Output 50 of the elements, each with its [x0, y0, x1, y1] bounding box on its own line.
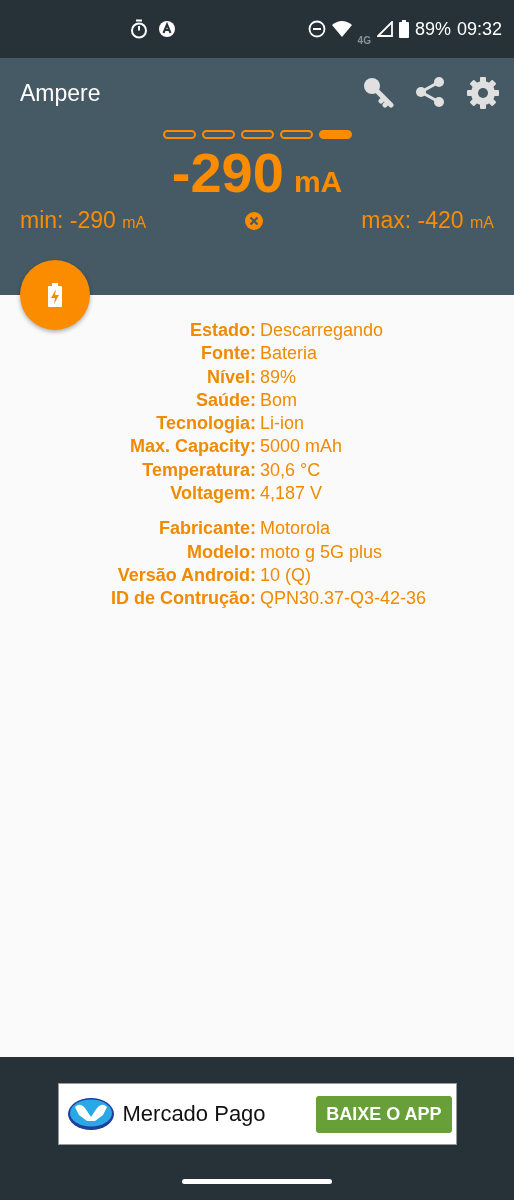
a-badge-icon	[158, 20, 176, 38]
do-not-disturb-icon	[307, 20, 326, 38]
info-label: Fabricante:	[157, 517, 256, 541]
info-value: 89%	[260, 365, 298, 389]
info-value: Descarregando	[260, 319, 385, 342]
info-label: ID de Contrução:	[110, 587, 256, 611]
info-value: QPN30.37-Q3-42-36	[260, 587, 428, 611]
info-label: Fonte:	[200, 342, 256, 366]
settings-icon[interactable]	[466, 76, 500, 110]
app-title: Ampere	[20, 79, 101, 107]
battery-fab[interactable]	[20, 260, 90, 330]
info-value: 4,187 V	[260, 482, 324, 506]
battery-icon	[398, 20, 409, 38]
page-indicator[interactable]	[279, 130, 313, 139]
info-value: Bom	[260, 388, 298, 412]
info-label: Saúde:	[195, 388, 256, 412]
info-value: Li-ion	[260, 412, 306, 436]
info-label: Voltagem:	[169, 482, 256, 506]
info-label: Versão Android:	[116, 563, 256, 587]
info-value: Bateria	[260, 342, 319, 366]
info-value: moto g 5G plus	[260, 540, 384, 564]
stopwatch-icon	[130, 19, 148, 39]
wifi-icon	[331, 21, 352, 37]
info-value: 30,6 °C	[260, 458, 322, 482]
info-value: Motorola	[260, 517, 332, 541]
page-indicator[interactable]	[162, 130, 196, 139]
ad-brand: Mercado Pago	[122, 1101, 266, 1127]
signal-icon	[376, 21, 393, 37]
info-label: Tecnologia:	[155, 412, 256, 436]
share-icon[interactable]	[414, 76, 446, 108]
network-type: 4G	[357, 34, 371, 46]
max-reading: max: -420 mA	[361, 207, 494, 234]
info-label: Estado:	[189, 319, 256, 342]
info-label: Max. Capacity:	[128, 435, 256, 459]
info-value: 10 (Q)	[260, 563, 312, 587]
page-indicator[interactable]	[318, 130, 352, 139]
info-label: Nível:	[205, 365, 256, 389]
clock: 09:32	[456, 18, 502, 40]
current-reading: -290 mA	[170, 143, 344, 203]
info-label: Modelo:	[186, 540, 256, 564]
info-value: 5000 mAh	[260, 435, 344, 459]
ad-banner[interactable]: Mercado Pago BAIXE O APP	[57, 1083, 457, 1145]
battery-charging-icon	[48, 283, 62, 307]
page-indicator[interactable]	[240, 130, 274, 139]
key-icon[interactable]	[362, 76, 394, 108]
page-indicator[interactable]	[201, 130, 235, 139]
reset-icon[interactable]	[243, 210, 264, 231]
battery-percent: 89%	[414, 18, 451, 40]
info-label: Temperatura:	[141, 458, 256, 482]
min-reading: min: -290 mA	[20, 207, 147, 234]
